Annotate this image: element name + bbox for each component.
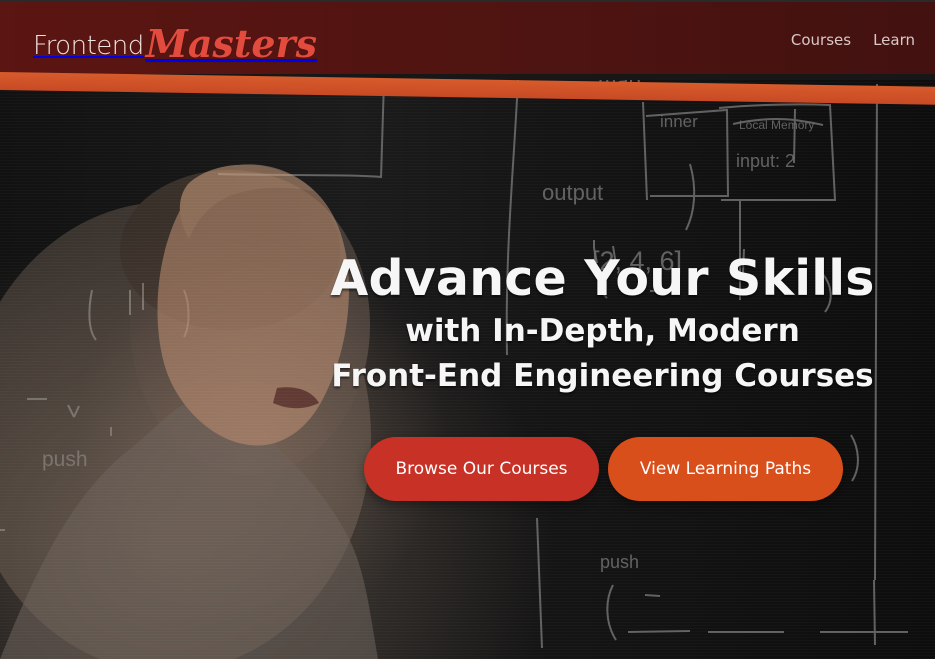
nav-courses-link[interactable]: Courses xyxy=(791,31,851,49)
whiteboard-snippet-local-memory: Local Memory xyxy=(739,118,814,132)
logo-masters-script: Masters xyxy=(145,21,317,66)
hero-title: Advance Your Skills xyxy=(330,250,875,307)
whiteboard-snippet-inner: inner xyxy=(660,112,698,131)
logo-frontend-text: Frontend xyxy=(33,31,144,61)
hero-copy: Advance Your Skills with In-Depth, Moder… xyxy=(330,250,875,399)
main-navigation: Courses Learn xyxy=(791,31,915,49)
frontend-masters-homepage: Frontend Masters Courses Learn inner Loc… xyxy=(0,0,935,659)
hero-section: map inner Local Memory input: 2 output [… xyxy=(0,80,935,659)
frontend-masters-logo[interactable]: Frontend Masters xyxy=(33,18,317,63)
whiteboard-snippet-output: output xyxy=(542,180,603,205)
hero-call-to-action-buttons: Browse Our Courses View Learning Paths xyxy=(364,437,843,501)
view-learning-paths-button[interactable]: View Learning Paths xyxy=(608,437,843,501)
hero-subtitle-line-two: Front-End Engineering Courses xyxy=(331,357,874,394)
site-header: Frontend Masters Courses Learn xyxy=(0,2,935,74)
whiteboard-snippet-push-lower: push xyxy=(600,552,639,572)
browse-courses-button[interactable]: Browse Our Courses xyxy=(364,437,599,501)
nav-learn-link[interactable]: Learn xyxy=(873,31,915,49)
whiteboard-snippet-input: input: 2 xyxy=(736,151,795,171)
hero-subtitle-line-one: with In-Depth, Modern xyxy=(405,312,800,349)
